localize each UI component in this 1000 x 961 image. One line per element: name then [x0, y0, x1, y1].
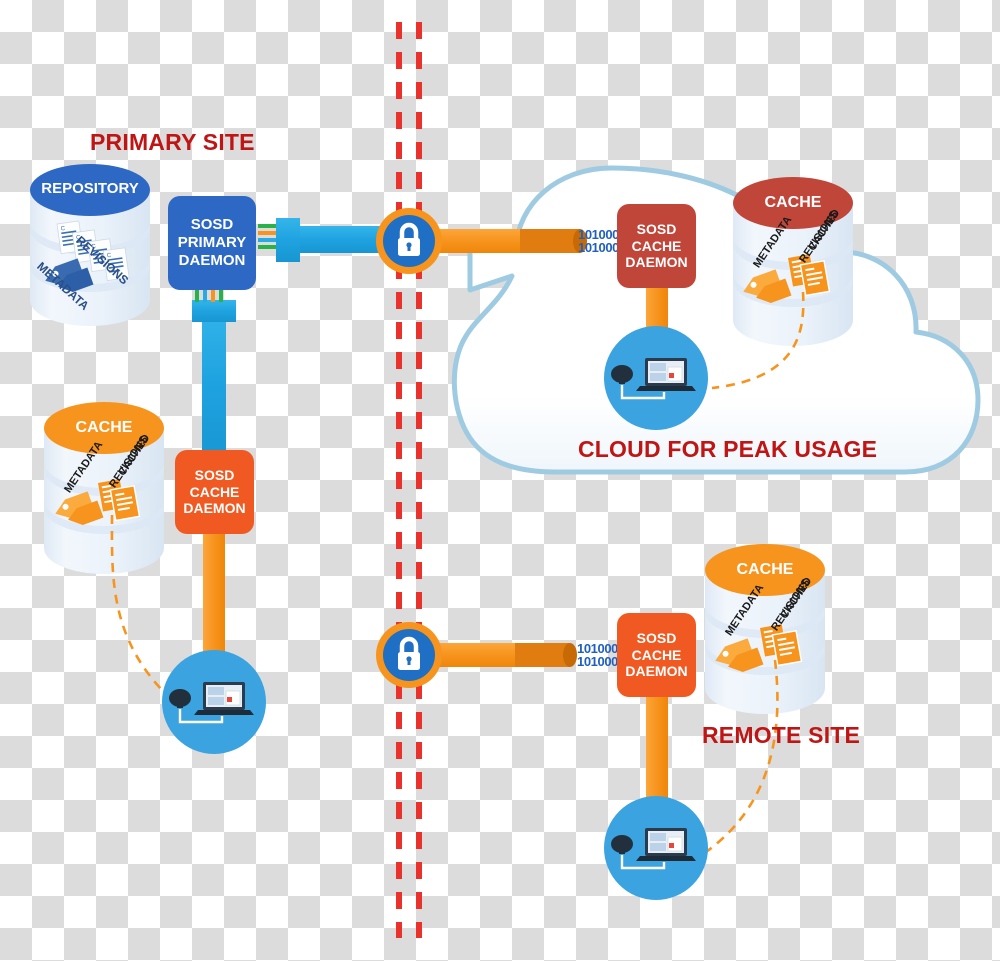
binary-stream-cloud: 101000 101000: [578, 228, 619, 255]
client-workstation-remote: [604, 796, 708, 900]
sosd-cache-daemon-label-primary: SOSD CACHE DAEMON: [183, 467, 246, 517]
sosd-cache-daemon-label-remote: SOSD CACHE DAEMON: [625, 630, 688, 680]
sosd-cache-daemon-label-cloud: SOSD CACHE DAEMON: [625, 221, 688, 271]
cache-cylinder-primary: [44, 402, 173, 701]
network-boundary-dashed-line: [396, 22, 422, 938]
client-workstation-primary: [162, 650, 266, 754]
rj45-connector-right: [258, 224, 276, 249]
cloud-site-title: CLOUD FOR PEAK USAGE: [578, 436, 878, 462]
secure-lock-top: [376, 208, 442, 274]
architecture-diagram: C C C C PRIMARY SITE CLOUD FOR PEAK USAG…: [0, 0, 1000, 961]
binary-stream-remote-line1: 101000: [577, 641, 618, 656]
sosd-cache-daemon-box-cloud[interactable]: SOSD CACHE DAEMON: [617, 204, 696, 288]
sosd-cache-daemon-box-remote[interactable]: SOSD CACHE DAEMON: [617, 613, 696, 697]
remote-site-title: REMOTE SITE: [702, 722, 861, 748]
sosd-primary-daemon-box[interactable]: SOSD PRIMARY DAEMON: [168, 196, 256, 290]
sosd-cache-daemon-box-primary[interactable]: SOSD CACHE DAEMON: [175, 450, 254, 534]
repository-label: REPOSITORY: [41, 180, 139, 197]
binary-stream-cloud-line1: 101000: [578, 227, 619, 242]
cloud-shape: [451, 165, 981, 475]
binary-stream-remote-line2: 101000: [577, 654, 618, 670]
binary-stream-cloud-line2: 101000: [578, 240, 619, 256]
pipe-primary-daemon-to-cache-daemon: [192, 300, 236, 465]
client-workstation-cloud: [604, 326, 708, 430]
primary-site-title: PRIMARY SITE: [90, 129, 255, 155]
binary-stream-remote: 101000 101000: [577, 642, 618, 669]
secure-lock-bottom: [376, 622, 442, 688]
sosd-primary-daemon-label: SOSD PRIMARY DAEMON: [177, 216, 247, 269]
